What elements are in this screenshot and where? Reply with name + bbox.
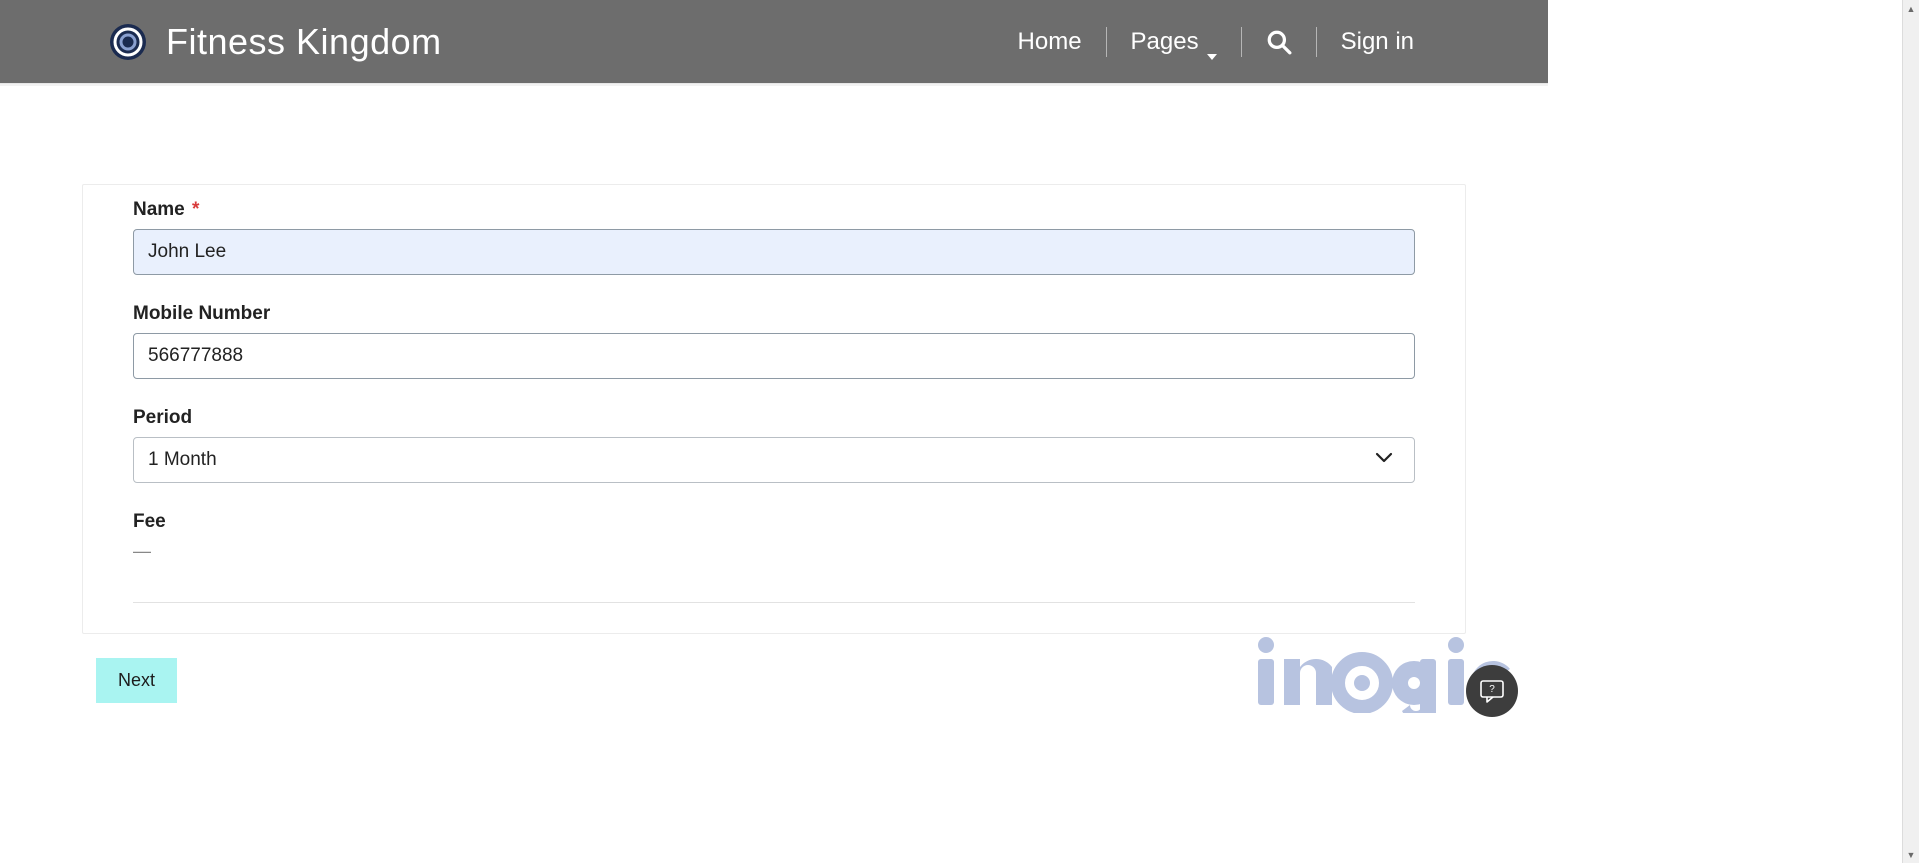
- search-icon: [1266, 29, 1292, 55]
- mobile-label: Mobile Number: [133, 303, 1415, 325]
- field-period: Period 1 Month: [133, 407, 1415, 483]
- nav-home-label: Home: [1018, 28, 1082, 56]
- mobile-input[interactable]: [133, 333, 1415, 379]
- brand: Fitness Kingdom: [110, 21, 442, 63]
- vertical-scrollbar[interactable]: ▲ ▼: [1902, 0, 1919, 863]
- nav-pages-label: Pages: [1131, 28, 1199, 56]
- period-select[interactable]: 1 Month: [133, 437, 1415, 483]
- main-content: Name * Mobile Number Period 1 Month: [0, 84, 1548, 634]
- nav-home[interactable]: Home: [994, 20, 1106, 64]
- name-input[interactable]: [133, 229, 1415, 275]
- main-nav: Home Pages Sign in: [994, 20, 1438, 64]
- scroll-thumb-area[interactable]: [1903, 17, 1919, 846]
- next-button[interactable]: Next: [96, 658, 177, 703]
- field-name: Name *: [133, 199, 1415, 275]
- field-fee: Fee —: [133, 511, 1415, 562]
- help-button[interactable]: ?: [1466, 665, 1518, 717]
- scroll-down-arrow-icon[interactable]: ▼: [1903, 846, 1919, 863]
- name-label-text: Name: [133, 199, 185, 220]
- field-mobile: Mobile Number: [133, 303, 1415, 379]
- site-header: Fitness Kingdom Home Pages: [0, 0, 1548, 84]
- fee-label: Fee: [133, 511, 1415, 533]
- card-divider: [133, 602, 1415, 603]
- brand-title: Fitness Kingdom: [166, 21, 442, 63]
- required-asterisk-icon: *: [192, 199, 199, 220]
- form-actions: Next: [82, 634, 1466, 703]
- fee-value: —: [133, 541, 1415, 562]
- period-label: Period: [133, 407, 1415, 429]
- period-selected-value: 1 Month: [148, 449, 217, 471]
- nav-search[interactable]: [1242, 20, 1316, 64]
- chevron-down-icon: [1207, 39, 1217, 45]
- svg-text:?: ?: [1489, 684, 1495, 695]
- nav-signin[interactable]: Sign in: [1317, 20, 1438, 64]
- nav-signin-label: Sign in: [1341, 28, 1414, 56]
- scroll-up-arrow-icon[interactable]: ▲: [1903, 0, 1919, 17]
- form-card: Name * Mobile Number Period 1 Month: [82, 184, 1466, 634]
- help-chat-icon: ?: [1479, 678, 1505, 704]
- brand-logo-icon: [110, 24, 146, 60]
- nav-pages[interactable]: Pages: [1107, 20, 1241, 64]
- name-label: Name *: [133, 199, 1415, 221]
